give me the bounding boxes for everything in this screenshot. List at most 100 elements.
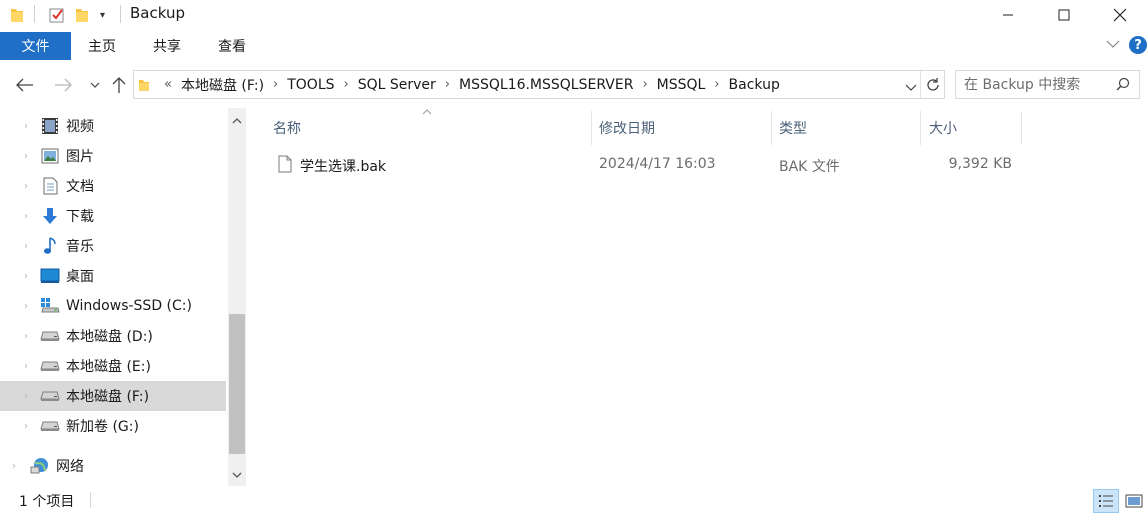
- title-separator: [120, 5, 121, 23]
- up-arrow-icon: [112, 77, 126, 93]
- file-list: 名称 修改日期 类型 大小 学生选课.bak 2024/4/17 16:03 B…: [248, 108, 1147, 484]
- column-header-size[interactable]: 大小: [929, 111, 1019, 145]
- sidebar-item-label: 本地磁盘 (F:): [66, 389, 150, 405]
- file-size: 9,392 KB: [948, 156, 1012, 172]
- title-separator: [34, 5, 35, 23]
- column-header-name[interactable]: 名称: [273, 108, 593, 145]
- breadcrumb-item[interactable]: TOOLS: [284, 77, 337, 93]
- details-view-button[interactable]: [1093, 489, 1119, 513]
- expand-chevron-icon[interactable]: ›: [21, 421, 31, 432]
- file-type: BAK 文件: [779, 159, 840, 175]
- sidebar-item-music[interactable]: › 音乐: [0, 231, 226, 261]
- sidebar-item-network[interactable]: › 网络: [0, 451, 226, 481]
- search-input[interactable]: [964, 75, 1109, 95]
- sidebar-item-label: 网络: [56, 459, 84, 475]
- scroll-up-icon[interactable]: [228, 112, 246, 130]
- up-button[interactable]: [108, 74, 130, 96]
- chevron-right-icon[interactable]: ›: [267, 77, 284, 92]
- customize-toolbar-icon[interactable]: ▾: [100, 6, 105, 24]
- address-bar[interactable]: « 本地磁盘 (F:) › TOOLS › SQL Server › MSSQL…: [133, 70, 945, 99]
- sidebar-item-drive-e[interactable]: › 本地磁盘 (E:): [0, 351, 226, 381]
- tab-home[interactable]: 主页: [88, 32, 116, 60]
- status-separator: [90, 492, 91, 508]
- breadcrumb-item[interactable]: Backup: [726, 77, 783, 93]
- column-header-type[interactable]: 类型: [779, 111, 919, 145]
- file-row[interactable]: 学生选课.bak 2024/4/17 16:03 BAK 文件 9,392 KB: [270, 148, 1020, 180]
- address-dropdown-icon[interactable]: [905, 80, 917, 96]
- expand-chevron-icon[interactable]: ›: [21, 391, 31, 402]
- back-button[interactable]: [14, 74, 36, 96]
- minimize-button[interactable]: [985, 0, 1031, 30]
- expand-chevron-icon[interactable]: ›: [21, 241, 31, 252]
- sidebar-item-label: 视频: [66, 119, 94, 135]
- sidebar-item-downloads[interactable]: › 下载: [0, 201, 226, 231]
- sidebar-item-drive-f[interactable]: › 本地磁盘 (F:): [0, 381, 226, 411]
- maximize-icon: [1058, 9, 1070, 21]
- expand-chevron-icon[interactable]: ›: [21, 121, 31, 132]
- title-bar: ▾ Backup: [0, 0, 1147, 30]
- expand-chevron-icon[interactable]: ›: [21, 271, 31, 282]
- close-icon: [1113, 8, 1127, 22]
- sidebar-item-pictures[interactable]: › 图片: [0, 141, 226, 171]
- chevron-right-icon[interactable]: ›: [439, 77, 456, 92]
- expand-chevron-icon[interactable]: ›: [21, 211, 31, 222]
- sidebar-item-label: 文档: [66, 179, 94, 195]
- large-icons-view-button[interactable]: [1121, 489, 1147, 513]
- column-header-label: 修改日期: [599, 121, 655, 137]
- expand-chevron-icon[interactable]: ›: [21, 151, 31, 162]
- minimize-icon: [1003, 14, 1013, 16]
- recent-locations-button[interactable]: [84, 74, 106, 96]
- chevron-right-icon[interactable]: ›: [636, 77, 653, 92]
- expand-chevron-icon[interactable]: ›: [21, 301, 31, 312]
- forward-button[interactable]: [52, 74, 74, 96]
- refresh-icon[interactable]: [925, 77, 941, 97]
- expand-ribbon-icon[interactable]: [1106, 38, 1120, 52]
- folder-icon: [10, 6, 24, 24]
- column-divider[interactable]: [591, 111, 592, 145]
- tab-file[interactable]: 文件: [0, 32, 71, 60]
- column-divider[interactable]: [1021, 111, 1022, 145]
- tab-view[interactable]: 查看: [218, 32, 246, 60]
- expand-chevron-icon[interactable]: ›: [21, 361, 31, 372]
- search-icon[interactable]: [1116, 77, 1130, 95]
- breadcrumb-item[interactable]: MSSQL16.MSSQLSERVER: [456, 77, 636, 93]
- sidebar-item-drive-c[interactable]: › Windows-SSD (C:): [0, 291, 226, 321]
- breadcrumb-item[interactable]: MSSQL: [654, 77, 709, 93]
- status-bar: 1 个项目: [0, 486, 1147, 515]
- scroll-down-icon[interactable]: [228, 466, 246, 484]
- column-header-modified[interactable]: 修改日期: [599, 111, 769, 145]
- sidebar-item-label: 下载: [66, 209, 94, 225]
- maximize-button[interactable]: [1041, 0, 1087, 30]
- breadcrumb-item[interactable]: 本地磁盘 (F:): [178, 75, 267, 95]
- breadcrumb-overflow[interactable]: «: [158, 77, 178, 92]
- sidebar-item-documents[interactable]: › 文档: [0, 171, 226, 201]
- close-button[interactable]: [1097, 0, 1143, 30]
- properties-checkmark-icon[interactable]: [49, 6, 65, 24]
- new-folder-icon[interactable]: [75, 6, 89, 24]
- chevron-right-icon[interactable]: ›: [708, 77, 725, 92]
- expand-chevron-icon[interactable]: ›: [9, 461, 19, 472]
- sidebar-item-desktop[interactable]: › 桌面: [0, 261, 226, 291]
- column-divider[interactable]: [920, 111, 921, 145]
- system-drive-icon: [40, 296, 60, 316]
- column-divider[interactable]: [771, 111, 772, 145]
- navigation-pane: › 视频 › 图片 › 文档 › 下载 › 音乐 › 桌面 › Windows-…: [0, 108, 228, 484]
- chevron-right-icon[interactable]: ›: [338, 77, 355, 92]
- expand-chevron-icon[interactable]: ›: [21, 181, 31, 192]
- search-box[interactable]: [955, 70, 1140, 99]
- sidebar-item-drive-g[interactable]: › 新加卷 (G:): [0, 411, 226, 441]
- breadcrumb-item[interactable]: SQL Server: [355, 77, 439, 93]
- tab-share[interactable]: 共享: [153, 32, 181, 60]
- large-icons-view-icon: [1125, 494, 1143, 508]
- sidebar-item-videos[interactable]: › 视频: [0, 111, 226, 141]
- navigation-scrollbar[interactable]: [228, 108, 246, 486]
- item-count: 1 个项目: [19, 494, 75, 510]
- drive-icon: [40, 386, 60, 406]
- sidebar-item-drive-d[interactable]: › 本地磁盘 (D:): [0, 321, 226, 351]
- help-icon[interactable]: ?: [1129, 36, 1147, 54]
- scrollbar-thumb[interactable]: [229, 314, 245, 454]
- expand-chevron-icon[interactable]: ›: [21, 331, 31, 342]
- sort-ascending-icon: [422, 108, 432, 118]
- ribbon: 文件 主页 共享 查看 ?: [0, 30, 1147, 62]
- column-header-label: 名称: [273, 121, 301, 137]
